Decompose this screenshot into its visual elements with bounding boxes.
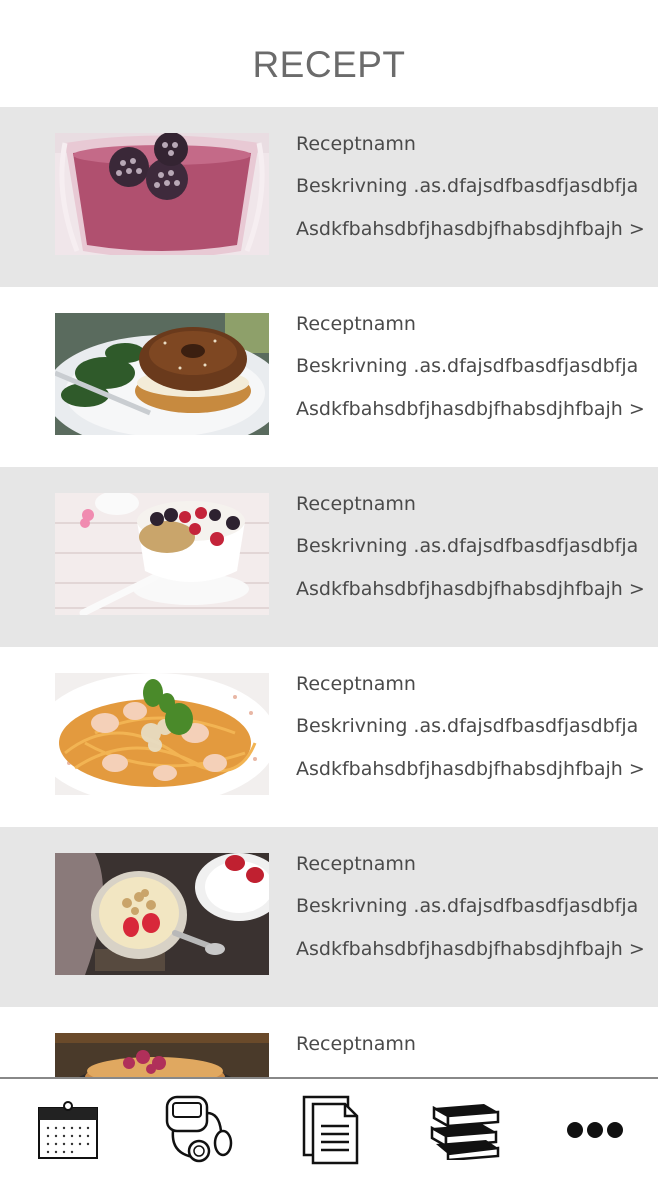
recipe-image-shrimp-pasta — [55, 673, 269, 795]
recipe-name: Receptnamn — [296, 673, 416, 695]
recipe-description: Beskrivning .as.dfajsdfbasdfjasdbfja — [296, 715, 639, 737]
recipe-more-link[interactable]: Asdkfbahsdbfjhasdbjfhabsdjhfbajh > — [296, 578, 645, 600]
tab-calendar[interactable] — [28, 1091, 108, 1169]
recipe-more-link[interactable]: Asdkfbahsdbfjhasdbjfhabsdjhfbajh > — [296, 758, 645, 780]
recipe-image-yogurt-granola-bowl — [55, 493, 269, 615]
recipe-description: Beskrivning .as.dfajsdfbasdfjasdbfja — [296, 355, 639, 377]
recipe-row[interactable]: Receptnamn Beskrivning .as.dfajsdfbasdfj… — [0, 107, 658, 287]
recipe-image-bagel-sandwich — [55, 313, 269, 435]
recipe-row[interactable]: Receptnamn — [0, 1007, 658, 1077]
blood-pressure-icon — [163, 1093, 237, 1167]
recipe-more-link[interactable]: Asdkfbahsdbfjhasdbjfhabsdjhfbajh > — [296, 398, 645, 420]
app-header: RECEPT — [0, 0, 658, 107]
recipe-row[interactable]: Receptnamn Beskrivning .as.dfajsdfbasdfj… — [0, 827, 658, 1007]
tab-blood-pressure[interactable] — [160, 1091, 240, 1169]
more-icon — [565, 1120, 625, 1140]
recipe-image-pancakes — [55, 1033, 269, 1077]
books-icon — [428, 1100, 502, 1160]
recipe-image-berry-smoothie — [55, 133, 269, 255]
recipe-row[interactable]: Receptnamn Beskrivning .as.dfajsdfbasdfj… — [0, 467, 658, 647]
tab-documents[interactable] — [291, 1091, 371, 1169]
document-icon — [301, 1094, 361, 1166]
recipe-description: Beskrivning .as.dfajsdfbasdfjasdbfja — [296, 535, 639, 557]
recipe-name: Receptnamn — [296, 313, 416, 335]
recipe-description: Beskrivning .as.dfajsdfbasdfjasdbfja — [296, 895, 639, 917]
recipe-name: Receptnamn — [296, 1033, 416, 1055]
calendar-icon — [36, 1098, 100, 1162]
recipe-name: Receptnamn — [296, 493, 416, 515]
bottom-tab-bar — [0, 1077, 658, 1178]
recipe-image-yogurt-strawberries — [55, 853, 269, 975]
recipe-description: Beskrivning .as.dfajsdfbasdfjasdbfja — [296, 175, 639, 197]
recipe-row[interactable]: Receptnamn Beskrivning .as.dfajsdfbasdfj… — [0, 287, 658, 467]
recipe-more-link[interactable]: Asdkfbahsdbfjhasdbjfhabsdjhfbajh > — [296, 938, 645, 960]
tab-library[interactable] — [425, 1091, 505, 1169]
recipe-row[interactable]: Receptnamn Beskrivning .as.dfajsdfbasdfj… — [0, 647, 658, 827]
tab-more[interactable] — [555, 1091, 635, 1169]
recipe-name: Receptnamn — [296, 133, 416, 155]
recipe-list[interactable]: Receptnamn Beskrivning .as.dfajsdfbasdfj… — [0, 107, 658, 1077]
recipe-name: Receptnamn — [296, 853, 416, 875]
recipe-more-link[interactable]: Asdkfbahsdbfjhasdbjfhabsdjhfbajh > — [296, 218, 645, 240]
page-title: RECEPT — [252, 44, 406, 85]
